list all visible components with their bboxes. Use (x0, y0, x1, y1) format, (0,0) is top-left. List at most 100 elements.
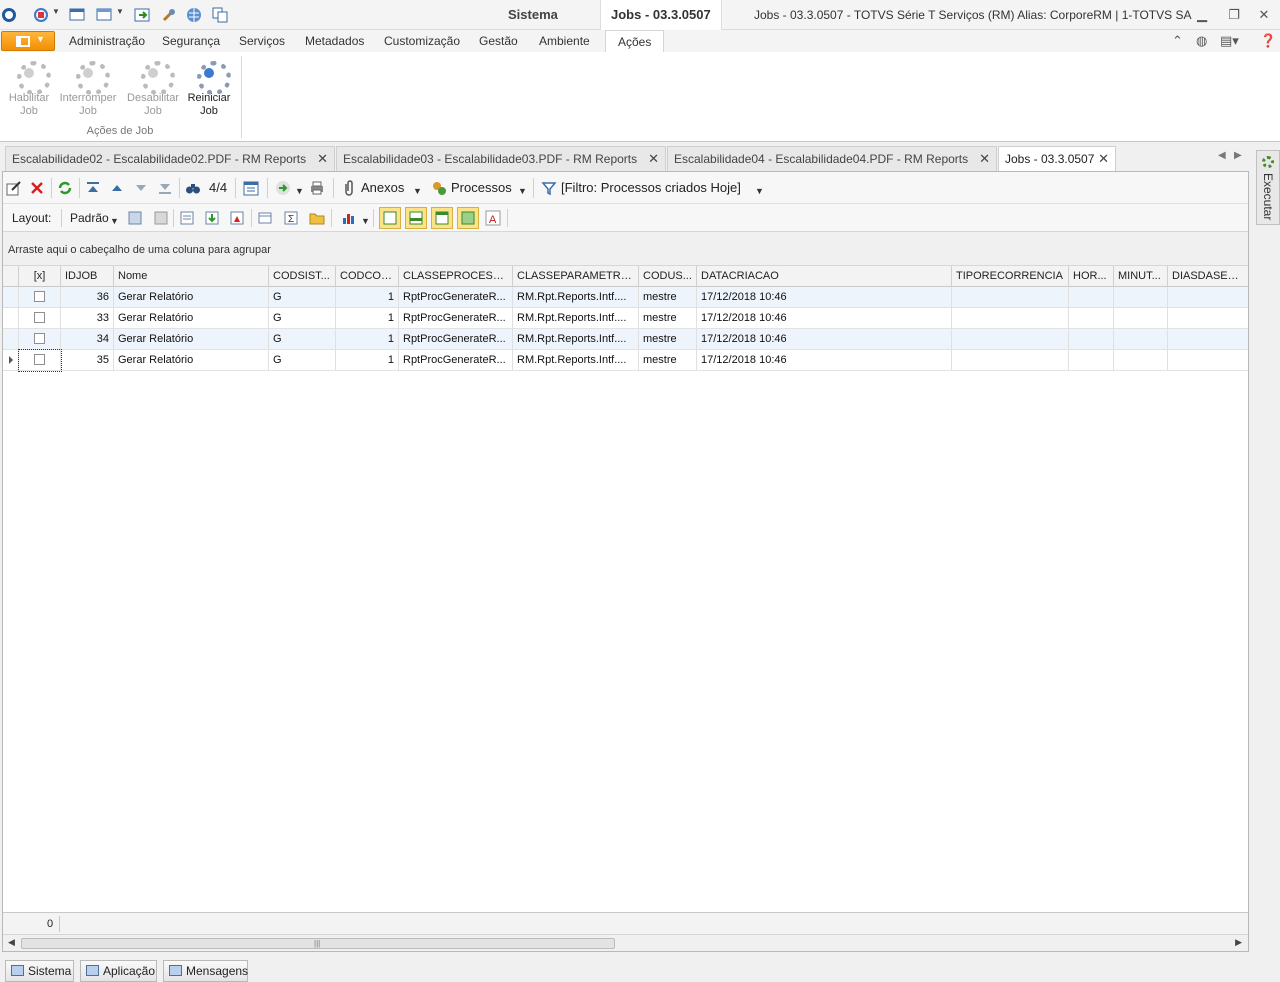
export-icon[interactable] (134, 7, 150, 23)
view-preview-icon[interactable] (457, 207, 479, 229)
menu-tab-acoes[interactable]: Ações (605, 30, 665, 53)
column-header-codsist[interactable]: CODSIST... (269, 266, 336, 287)
anexos-button[interactable]: Anexos (361, 180, 404, 196)
column-header-codus[interactable]: CODUS... (639, 266, 697, 287)
chevron-down-icon[interactable]: ▼ (755, 183, 764, 199)
chevron-down-icon[interactable]: ▼ (518, 183, 527, 199)
column-header-minuto[interactable]: MINUT... (1114, 266, 1168, 287)
close-icon[interactable]: ✕ (1255, 6, 1273, 24)
table-row[interactable]: 34 Gerar Relatório G 1 RptProcGenerateR... RM… (3, 329, 1248, 350)
save-layout-icon[interactable] (127, 210, 143, 226)
navigate-arrow-icon[interactable] (275, 180, 291, 196)
reiniciar-job-button[interactable]: Reiniciar Job (186, 58, 232, 118)
dropdown-arrow-icon[interactable]: ▼ (52, 7, 68, 23)
edit-icon[interactable] (6, 180, 22, 196)
row-select-checkbox[interactable] (34, 312, 45, 323)
attachment-icon[interactable] (341, 180, 357, 196)
refresh-sync-icon[interactable] (33, 7, 49, 23)
column-header-codcol[interactable]: CODCOL... (336, 266, 399, 287)
row-indicator[interactable] (3, 287, 19, 308)
globe-icon[interactable] (186, 7, 202, 23)
column-header-idjob[interactable]: IDJOB (61, 266, 114, 287)
chevron-down-icon[interactable]: ▼ (295, 183, 304, 199)
menu-tab-seguranca[interactable]: Segurança (162, 30, 220, 52)
delete-icon[interactable] (29, 180, 45, 196)
folder-icon[interactable] (309, 210, 325, 226)
close-icon[interactable]: ✕ (979, 147, 990, 171)
layout-edit-icon[interactable] (179, 210, 195, 226)
chart-icon[interactable] (341, 210, 357, 226)
previous-record-icon[interactable] (109, 180, 125, 196)
layout-delete-icon[interactable] (229, 210, 245, 226)
app-menu-button[interactable]: ▼ (1, 31, 55, 51)
scroll-left-icon[interactable]: ◀ (8, 937, 15, 948)
close-icon[interactable]: ✕ (1098, 147, 1109, 171)
dropdown-arrow-icon[interactable]: ▼ (116, 7, 132, 23)
row-select-checkbox[interactable] (34, 333, 45, 344)
menu-tab-metadados[interactable]: Metadados (305, 30, 364, 52)
doc-tab-escalabilidade03[interactable]: Escalabilidade03 - Escalabilidade03.PDF … (336, 146, 666, 190)
column-header-classeprocesso[interactable]: CLASSEPROCESSO (399, 266, 513, 287)
doc-tab-escalabilidade04[interactable]: Escalabilidade04 - Escalabilidade04.PDF … (667, 146, 997, 190)
sum-icon[interactable]: Σ (283, 210, 299, 226)
view-grid-icon[interactable] (379, 207, 401, 229)
menu-tab-customizacao[interactable]: Customização (384, 30, 460, 52)
binoculars-icon[interactable] (185, 180, 201, 196)
row-checkbox[interactable] (19, 287, 61, 308)
print-icon[interactable] (309, 180, 325, 196)
layout-icon[interactable]: ▤▾ (1220, 33, 1239, 49)
row-checkbox[interactable] (18, 349, 62, 372)
row-indicator[interactable] (3, 308, 19, 329)
column-header-nome[interactable]: Nome (114, 266, 269, 287)
row-indicator[interactable] (3, 329, 19, 350)
calendar-grid-icon[interactable] (243, 180, 259, 196)
menu-tab-servicos[interactable]: Serviços (239, 30, 285, 52)
last-record-icon[interactable] (157, 180, 173, 196)
first-record-icon[interactable] (85, 180, 101, 196)
tab-scroll-arrows[interactable]: ◀ ▶ (1218, 150, 1242, 161)
row-select-checkbox[interactable] (34, 291, 45, 302)
window-layout-icon[interactable] (96, 7, 112, 23)
layout-selector[interactable]: Padrão (70, 210, 109, 226)
group-by-icon[interactable] (257, 210, 273, 226)
filter-selector[interactable]: [Filtro: Processos criados Hoje] (561, 180, 741, 196)
minimize-icon[interactable]: ▁ (1193, 6, 1211, 24)
help-icon[interactable]: ❓ (1260, 33, 1276, 49)
habilitar-job-button[interactable]: Habilitar Job (6, 58, 52, 118)
scrollbar-thumb[interactable]: ||| (21, 938, 615, 949)
menu-tab-gestao[interactable]: Gestão (479, 30, 518, 52)
desabilitar-job-button[interactable]: Desabilitar Job (125, 58, 181, 118)
row-checkbox[interactable] (19, 308, 61, 329)
group-by-area[interactable]: Arraste aqui o cabeçalho de uma coluna p… (3, 232, 1248, 266)
table-row[interactable]: 36 Gerar Relatório G 1 RptProcGenerateR... RM… (3, 287, 1248, 308)
processos-button[interactable]: Processos (451, 180, 512, 196)
column-header-tiporecorrencia[interactable]: TIPORECORRENCIA (952, 266, 1069, 287)
status-sistema-button[interactable]: Sistema (5, 960, 74, 982)
new-window-icon[interactable] (69, 7, 85, 23)
chevron-down-icon[interactable]: ▼ (110, 213, 119, 229)
menu-tab-ambiente[interactable]: Ambiente (539, 30, 590, 52)
view-filter-row-icon[interactable] (405, 207, 427, 229)
globe-icon[interactable]: ◍ (1196, 33, 1207, 49)
filter-icon[interactable] (541, 180, 557, 196)
collapse-ribbon-icon[interactable]: ⌃ (1172, 33, 1183, 49)
status-aplicacao-button[interactable]: Aplicação (80, 960, 157, 982)
table-row[interactable]: 35 Gerar Relatório G 1 RptProcGenerateR... RM… (3, 349, 1248, 372)
doc-tab-escalabilidade02[interactable]: Escalabilidade02 - Escalabilidade02.PDF … (5, 146, 335, 190)
title-tab-jobs[interactable]: Jobs - 03.3.0507 (600, 0, 722, 30)
menu-tab-administracao[interactable]: Administração (69, 30, 145, 52)
row-indicator[interactable] (3, 350, 19, 371)
title-tab-sistema[interactable]: Sistema (508, 0, 558, 30)
row-checkbox[interactable] (19, 329, 61, 350)
horizontal-scrollbar[interactable]: ◀ ||| ▶ (3, 934, 1248, 951)
copy-window-icon[interactable] (212, 7, 228, 23)
layout-import-icon[interactable] (204, 210, 220, 226)
column-header-diasdasemana[interactable]: DIASDASEMANA (1168, 266, 1248, 287)
font-icon[interactable]: A (485, 210, 501, 226)
doc-tab-jobs[interactable]: Jobs - 03.3.0507 ✕ (998, 146, 1116, 172)
status-mensagens-button[interactable]: Mensagens (163, 960, 248, 982)
tools-icon[interactable] (161, 7, 177, 23)
table-row[interactable]: 33 Gerar Relatório G 1 RptProcGenerateR... RM… (3, 308, 1248, 329)
column-header-classeparametros[interactable]: CLASSEPARAMETROS (513, 266, 639, 287)
interromper-job-button[interactable]: Interromper Job (58, 58, 118, 118)
